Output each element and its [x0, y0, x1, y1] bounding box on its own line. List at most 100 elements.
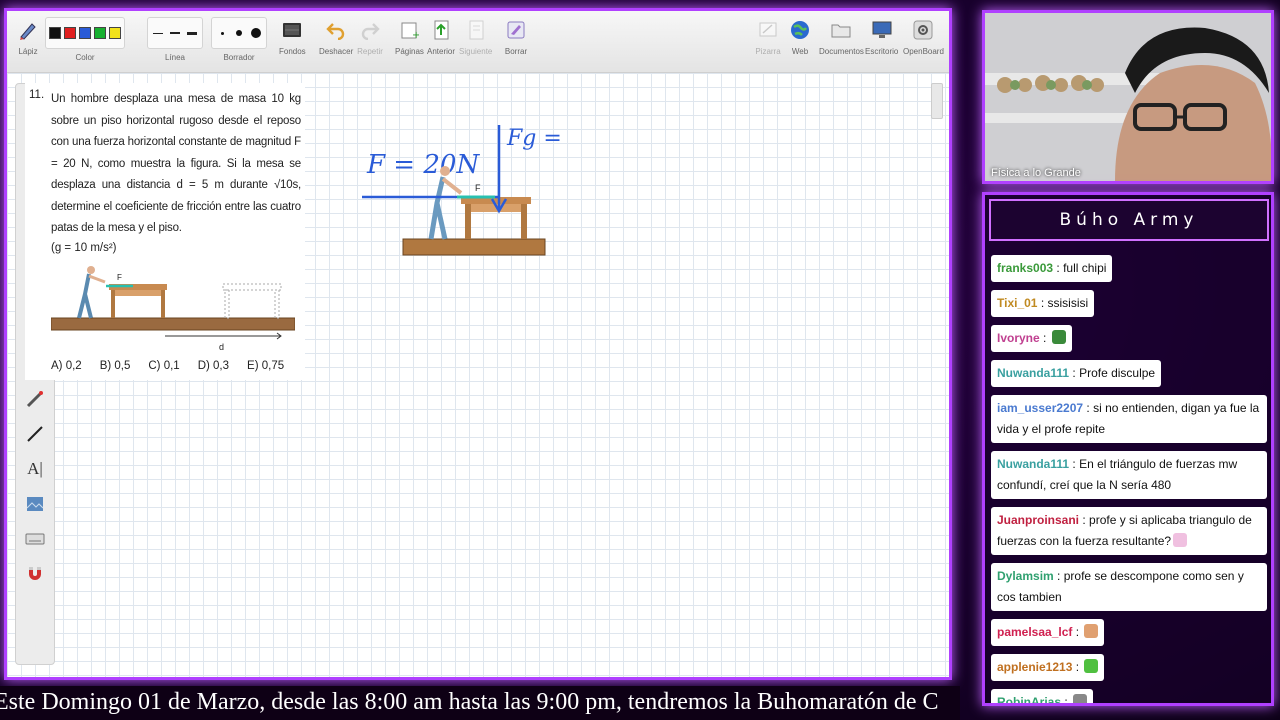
toolbar-previous[interactable]: Anterior [427, 17, 455, 56]
pages-icon: + [396, 17, 422, 43]
option-d: D) 0,3 [197, 359, 230, 372]
toolbar-eraser-group: Borrador [211, 17, 267, 62]
toolbar-redo[interactable]: Repetir [357, 17, 383, 56]
color-swatch-red[interactable] [64, 27, 76, 39]
chat-message: applenie1213 : [991, 654, 1105, 681]
chat-username[interactable]: Dylamsim [997, 569, 1054, 583]
board-canvas[interactable]: A| 11. Un hombre desplaza una mesa de ma… [7, 73, 949, 677]
chat-username[interactable]: Nuwanda111 [997, 457, 1069, 471]
option-c: C) 0,1 [148, 359, 180, 372]
toolbar-board[interactable]: Pizarra [755, 17, 781, 56]
eraser-medium-icon[interactable] [232, 30, 246, 36]
pencil-icon [15, 17, 41, 43]
problem-number: 11. [29, 89, 45, 101]
toolbar-documents[interactable]: Documentos [819, 17, 864, 56]
chat-header: Búho Army [989, 199, 1269, 241]
background-icon [279, 17, 305, 43]
chat-message: Nuwanda111 : En el triángulo de fuerzas … [991, 451, 1267, 499]
toolbar-label: Documentos [819, 47, 864, 56]
chat-username[interactable]: franks003 [997, 261, 1053, 275]
svg-text:+: + [412, 30, 419, 40]
color-swatch-blue[interactable] [79, 27, 91, 39]
line-tool-icon[interactable] [22, 421, 48, 447]
problem-figure: F d [51, 265, 295, 352]
chat-separator: : [1072, 625, 1083, 639]
laser-pointer-icon[interactable] [22, 386, 48, 412]
toolbar-desktop[interactable]: Escritorio [865, 17, 898, 56]
toolbar-pencil[interactable]: Lápiz [15, 17, 41, 56]
chat-separator: : [1083, 401, 1094, 415]
handwritten-sketch: F = 20N Fg = F [362, 125, 562, 256]
eraser-large-icon[interactable] [249, 28, 263, 38]
option-a: A) 0,2 [51, 359, 82, 372]
toolbar-clear[interactable]: Borrar [503, 17, 529, 56]
chat-separator: : [1069, 366, 1080, 380]
toolbar-next[interactable]: Siguiente [459, 17, 492, 56]
figure-distance-label: d [219, 342, 224, 352]
chat-separator: : [1037, 296, 1048, 310]
toolbar-label: Anterior [427, 47, 456, 56]
chat-emote-icon [1084, 624, 1099, 638]
chat-message: pamelsaa_lcf : [991, 619, 1105, 646]
chat-message: Nuwanda111 : Profe disculpe [991, 360, 1162, 387]
previous-page-icon [428, 17, 454, 43]
stream-layout: Lápiz Color Línea Borrador Fondos Deshac… [0, 0, 1280, 720]
toolbar-label: Escritorio [865, 47, 899, 56]
chat-message: Tixi_01 : ssisisisi [991, 290, 1095, 317]
whiteboard-window: Lápiz Color Línea Borrador Fondos Deshac… [4, 8, 952, 680]
color-swatch-black[interactable] [49, 27, 61, 39]
page-scroll-handle[interactable] [931, 83, 943, 119]
chat-username[interactable]: iam_usser2207 [997, 401, 1083, 415]
toolbar-backgrounds[interactable]: Fondos [279, 17, 306, 56]
chat-emote-icon [1084, 659, 1099, 673]
capture-icon[interactable] [22, 491, 48, 517]
text-tool-icon[interactable]: A| [22, 456, 48, 482]
toolbar-label: Borrar [504, 47, 528, 56]
chat-username[interactable]: RobinArias [997, 695, 1061, 703]
line-medium-icon[interactable] [168, 27, 182, 39]
eraser-small-icon[interactable] [215, 31, 229, 35]
chat-messages: franks003 : full chipi Tixi_01 : ssisisis… [991, 255, 1271, 703]
chat-username[interactable]: pamelsaa_lcf [997, 625, 1072, 639]
toolbar-label: Borrador [223, 53, 255, 62]
color-swatch-green[interactable] [94, 27, 106, 39]
chat-separator: : [1069, 457, 1080, 471]
chat-username[interactable]: Tixi_01 [997, 296, 1037, 310]
toolbar: Lápiz Color Línea Borrador Fondos Deshac… [7, 11, 949, 73]
toolbar-label: Color [75, 53, 95, 62]
chat-emote-icon [1073, 694, 1088, 703]
chat-username[interactable]: Juanproinsani [997, 513, 1079, 527]
chat-message: Juanproinsani : profe y si aplicaba tria… [991, 507, 1267, 555]
chat-separator: : [1053, 569, 1064, 583]
toolbar-label: Páginas [395, 47, 424, 56]
toolbar-label: Lápiz [18, 47, 38, 56]
toolbar-label: Siguiente [459, 47, 493, 56]
line-thin-icon[interactable] [151, 27, 165, 39]
toolbar-pages[interactable]: + Páginas [395, 17, 424, 56]
sketch-force-label: F [475, 183, 481, 193]
toolbar-openboard[interactable]: OpenBoard [903, 17, 944, 56]
toolbar-undo[interactable]: Deshacer [319, 17, 353, 56]
chat-emote-icon [1051, 330, 1066, 344]
color-swatch-yellow[interactable] [109, 27, 121, 39]
keyboard-icon[interactable] [22, 526, 48, 552]
chat-username[interactable]: applenie1213 [997, 660, 1072, 674]
chat-message: Ivoryne : [991, 325, 1072, 352]
board-icon [755, 17, 781, 43]
option-b: B) 0,5 [99, 359, 131, 372]
gravity-note: (g = 10 m/s²) [51, 241, 117, 254]
chat-message: franks003 : full chipi [991, 255, 1113, 282]
magnet-icon[interactable] [22, 561, 48, 587]
chat-separator: : [1053, 261, 1064, 275]
color-swatches [45, 17, 125, 49]
chat-username[interactable]: Nuwanda111 [997, 366, 1069, 380]
toolbar-web[interactable]: Web [787, 17, 813, 56]
chat-title: Búho Army [1059, 210, 1199, 230]
toolbar-line-group: Línea [147, 17, 203, 62]
settings-icon [910, 17, 936, 43]
chat-panel: Búho Army franks003 : full chipi Tixi_01 … [982, 192, 1274, 706]
chat-text: full chipi [1063, 261, 1107, 275]
chat-username[interactable]: Ivoryne [997, 331, 1040, 345]
line-thick-icon[interactable] [185, 27, 199, 39]
globe-icon [787, 17, 813, 43]
